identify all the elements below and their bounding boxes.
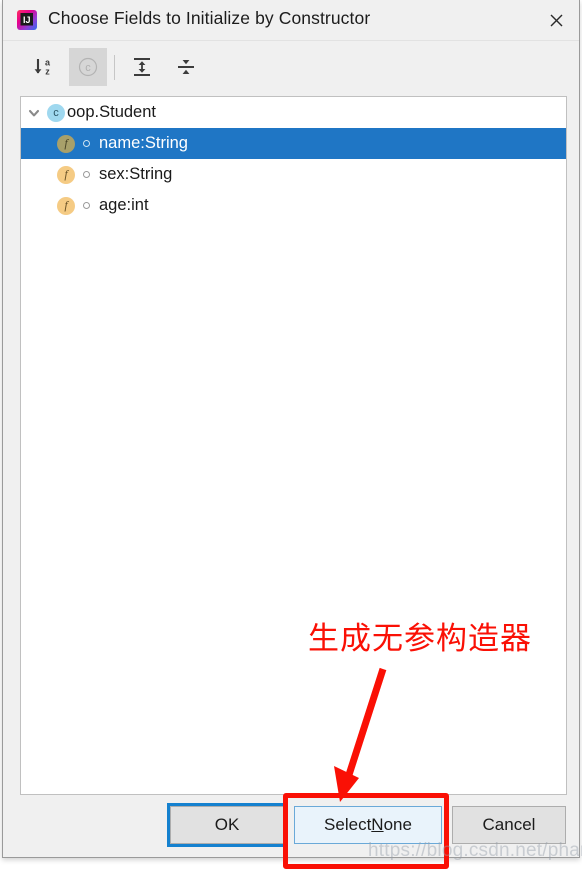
field-name-label: name:String	[99, 134, 188, 152]
private-dot-icon	[75, 140, 97, 147]
chevron-down-icon[interactable]	[21, 106, 47, 120]
svg-text:z: z	[45, 67, 50, 77]
fields-list-panel[interactable]: c oop.Student f name:String f sex:String…	[20, 96, 567, 795]
private-dot-icon	[75, 202, 97, 209]
intellij-idea-logo-icon: IJ	[16, 9, 38, 31]
ok-button[interactable]: OK	[170, 806, 284, 844]
window-title: Choose Fields to Initialize by Construct…	[48, 8, 371, 28]
field-icon: f	[57, 196, 75, 215]
private-dot-icon	[75, 171, 97, 178]
expand-all-button[interactable]	[123, 48, 161, 86]
title-bar: IJ Choose Fields to Initialize by Constr…	[3, 0, 579, 41]
collapse-all-button[interactable]	[167, 48, 205, 86]
toolbar: a z c	[3, 41, 579, 94]
dialog-button-bar: OK Select None Cancel	[3, 794, 579, 857]
constructor-position-button[interactable]: c	[69, 48, 107, 86]
tree-row-field[interactable]: f name:String	[21, 128, 566, 159]
svg-text:IJ: IJ	[23, 15, 31, 25]
sort-az-icon: a z	[34, 58, 51, 77]
select-none-button[interactable]: Select None	[294, 806, 442, 844]
collapse-all-icon	[178, 60, 194, 74]
select-none-label-after: one	[383, 815, 412, 834]
field-name-label: sex:String	[99, 165, 173, 183]
field-name-label: age:int	[99, 196, 149, 214]
class-icon: c	[47, 103, 65, 122]
cancel-button[interactable]: Cancel	[452, 806, 566, 844]
field-icon: f	[57, 134, 75, 153]
field-icon: f	[57, 165, 75, 184]
select-none-mnemonic: N	[371, 815, 384, 834]
expand-all-icon	[134, 58, 150, 76]
tree-row-class[interactable]: c oop.Student	[21, 97, 566, 128]
close-icon	[550, 14, 562, 26]
constructor-c-icon: c	[78, 57, 98, 77]
dialog-window: IJ Choose Fields to Initialize by Constr…	[2, 0, 580, 858]
tree-row-field[interactable]: f age:int	[21, 190, 566, 221]
toolbar-separator	[114, 55, 115, 80]
tree-row-field[interactable]: f sex:String	[21, 159, 566, 190]
class-name-label: oop.Student	[67, 103, 156, 121]
sort-alphabetically-button[interactable]: a z	[25, 48, 63, 86]
annotation-text: 生成无参构造器	[308, 621, 532, 657]
select-none-label-before: Select	[324, 815, 372, 834]
svg-text:c: c	[85, 62, 91, 74]
close-button[interactable]	[533, 0, 579, 40]
